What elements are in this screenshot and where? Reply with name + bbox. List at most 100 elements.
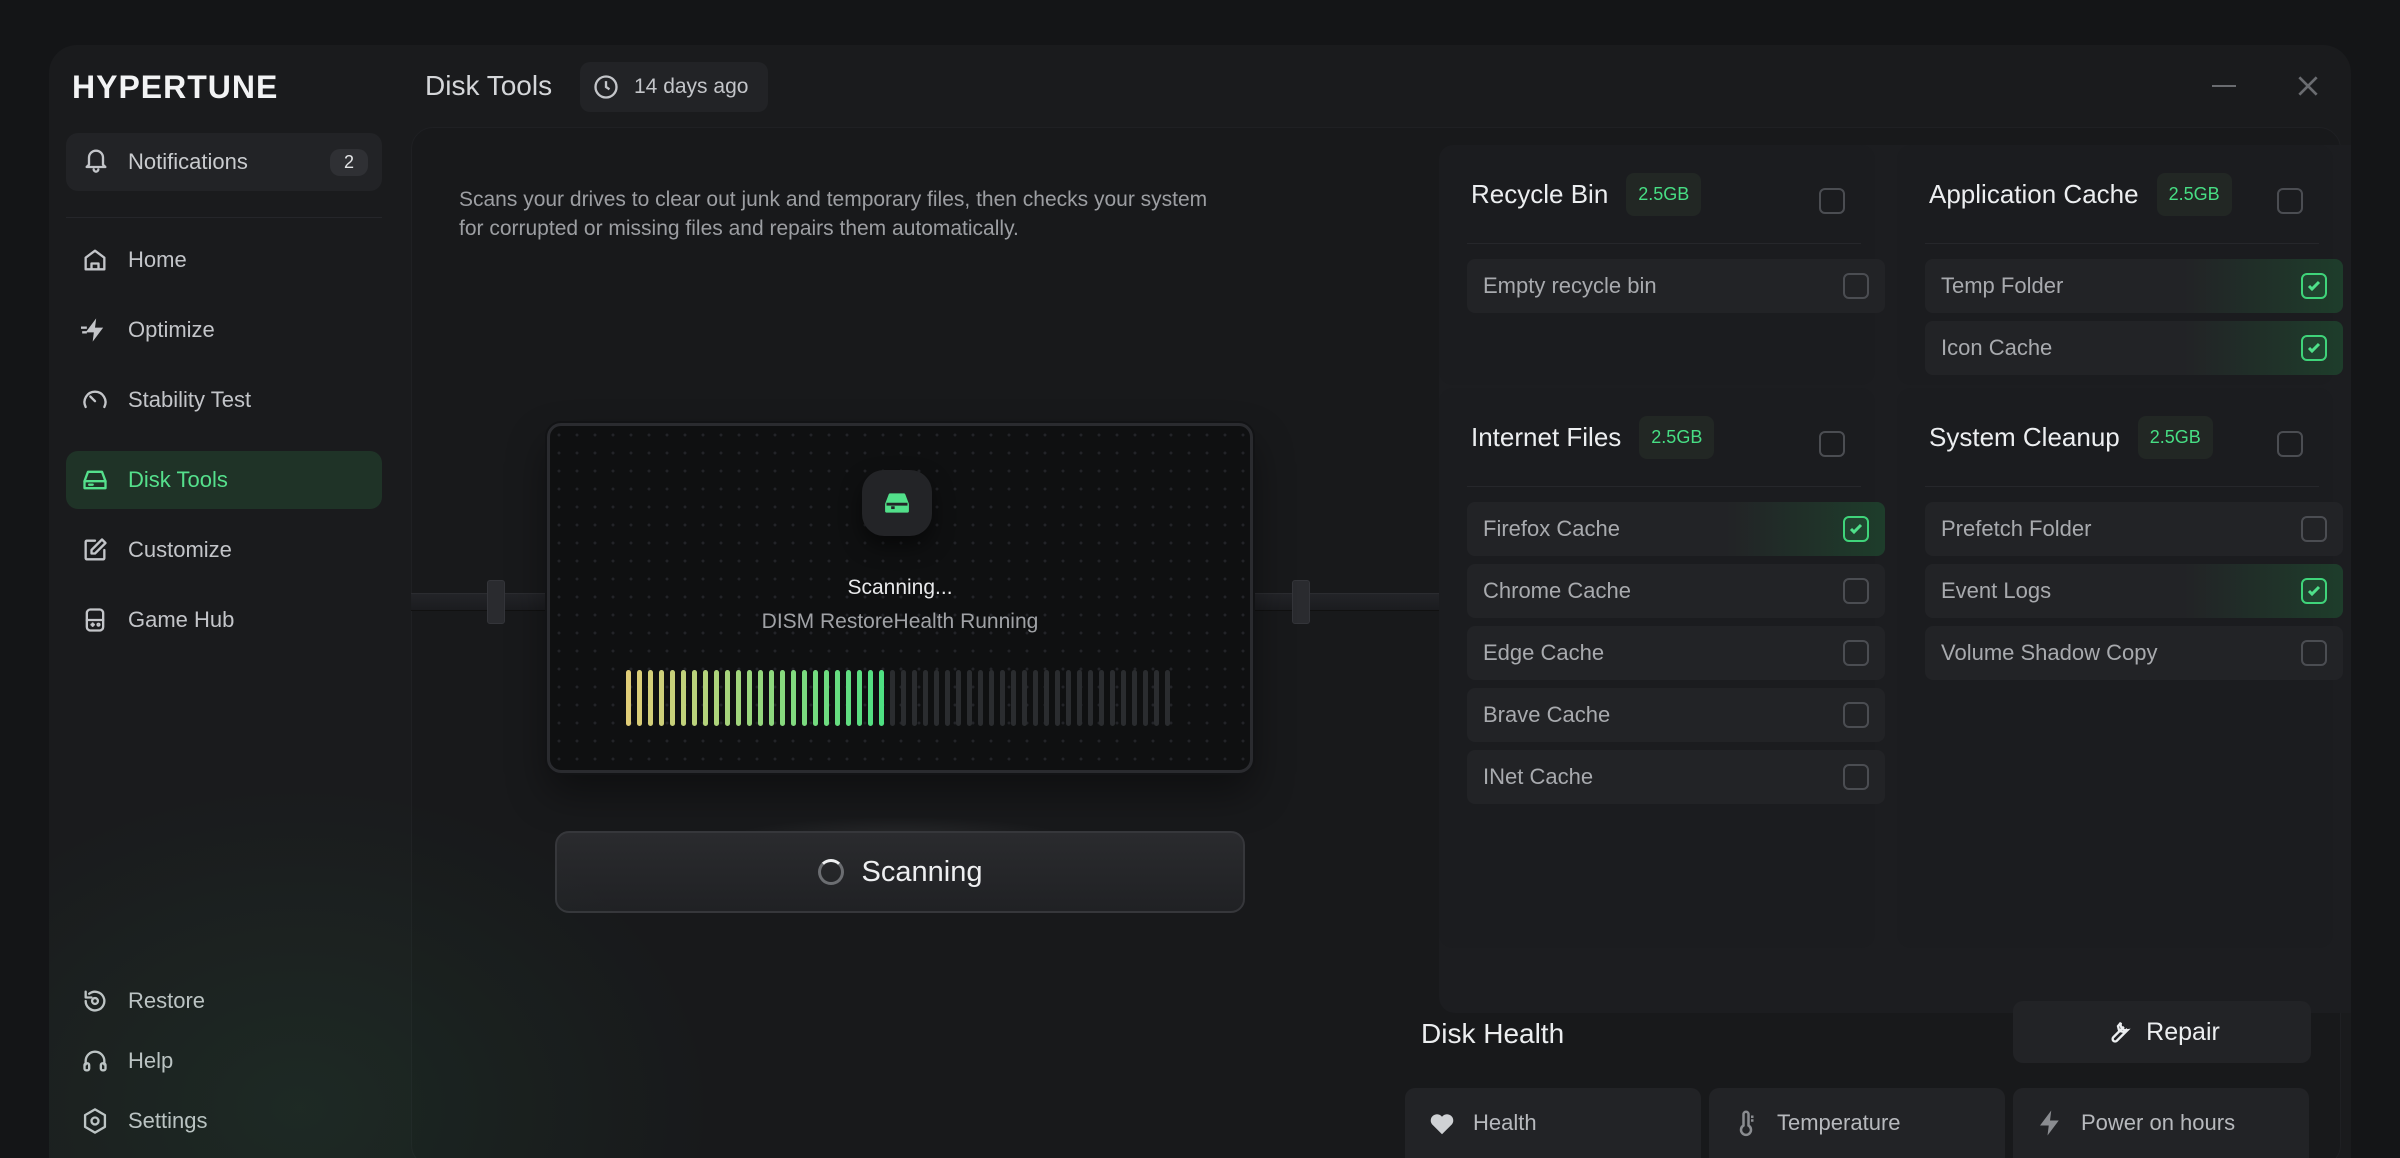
progress-bar-segment	[857, 670, 862, 726]
disk-icon	[885, 493, 909, 513]
group-checkbox[interactable]	[2277, 188, 2303, 214]
option-checkbox[interactable]	[2301, 335, 2327, 361]
progress-bar-segment	[912, 670, 917, 726]
close-button[interactable]	[2295, 73, 2321, 99]
progress-bar-segment	[648, 670, 653, 726]
progress-bar-segment	[879, 670, 884, 726]
group-divider	[1925, 486, 2319, 487]
progress-bar-segment	[868, 670, 873, 726]
repair-button[interactable]: Repair	[2013, 1001, 2311, 1063]
option-checkbox[interactable]	[2301, 516, 2327, 542]
sidebar-item-label: Customize	[128, 537, 232, 562]
progress-bar-segment	[670, 670, 675, 726]
option-brave-cache[interactable]: Brave Cache	[1467, 688, 1885, 742]
progress-bar-segment	[637, 670, 642, 726]
option-checkbox[interactable]	[2301, 273, 2327, 299]
disk-health-title: Disk Health	[1421, 1018, 1565, 1049]
metric-health: Health	[1405, 1088, 1701, 1158]
progress-bar-segment	[890, 670, 895, 726]
progress-bar-segment	[945, 670, 950, 726]
group-title: Application Cache	[1929, 179, 2139, 209]
sidebar-item-settings[interactable]: Settings	[66, 1092, 382, 1150]
option-checkbox[interactable]	[1843, 273, 1869, 299]
sidebar-item-game-hub[interactable]: Game Hub	[66, 591, 382, 649]
thermometer-icon	[1739, 1110, 1754, 1137]
group-application-cache: Application Cache 2.5GB Temp Folder Icon…	[1897, 145, 2343, 385]
progress-bar-segment	[1011, 670, 1016, 726]
option-chrome-cache[interactable]: Chrome Cache	[1467, 564, 1885, 618]
option-temp-folder[interactable]: Temp Folder	[1925, 259, 2343, 313]
option-firefox-cache[interactable]: Firefox Cache	[1467, 502, 1885, 556]
group-divider	[1467, 486, 1861, 487]
tool-description: Scans your drives to clear out junk and …	[459, 188, 1208, 240]
option-event-logs[interactable]: Event Logs	[1925, 564, 2343, 618]
group-divider	[1925, 243, 2319, 244]
sidebar-item-label: Restore	[128, 988, 206, 1013]
progress-bar-segment	[901, 670, 906, 726]
option-icon-cache[interactable]: Icon Cache	[1925, 321, 2343, 375]
option-empty-recycle-bin[interactable]: Empty recycle bin	[1467, 259, 1885, 313]
sidebar-item-customize[interactable]: Customize	[66, 521, 382, 579]
scan-button[interactable]: Scanning	[555, 831, 1245, 913]
progress-bar-segment	[978, 670, 983, 726]
progress-bar-segment	[703, 670, 708, 726]
progress-bar-segment	[934, 670, 939, 726]
group-system-cleanup: System Cleanup 2.5GB Prefetch Folder Eve…	[1897, 388, 2343, 948]
option-inet-cache[interactable]: INet Cache	[1467, 750, 1885, 804]
option-volume-shadow-copy[interactable]: Volume Shadow Copy	[1925, 626, 2343, 680]
disk-icon	[80, 465, 110, 495]
option-prefetch-folder[interactable]: Prefetch Folder	[1925, 502, 2343, 556]
gamepad-icon	[80, 605, 110, 635]
metric-power-on-hours: Power on hours	[2013, 1088, 2309, 1158]
progress-bar-segment	[1077, 670, 1082, 726]
progress-bar-segment	[1066, 670, 1071, 726]
progress-bar-segment	[1044, 670, 1049, 726]
progress-bar-segment	[1099, 670, 1104, 726]
sidebar-item-disk-tools[interactable]: Disk Tools	[66, 451, 382, 509]
clock-icon	[594, 75, 618, 99]
option-checkbox[interactable]	[1843, 578, 1869, 604]
sidebar-item-label: Stability Test	[128, 387, 252, 412]
metric-label: Temperature	[1777, 1110, 1901, 1135]
edit-icon	[80, 535, 110, 565]
progress-bar-segment	[747, 670, 752, 726]
spinner-icon	[817, 859, 844, 885]
disk-badge	[862, 470, 932, 536]
sidebar-item-optimize[interactable]: Optimize	[66, 301, 382, 359]
option-checkbox[interactable]	[1843, 764, 1869, 790]
progress-bar-segment	[1022, 670, 1027, 726]
sidebar-item-restore[interactable]: Restore	[66, 972, 382, 1030]
metric-label: Power on hours	[2081, 1110, 2236, 1135]
option-checkbox[interactable]	[2301, 640, 2327, 666]
sidebar-item-label: Optimize	[128, 317, 215, 342]
last-scan-text: 14 days ago	[634, 75, 749, 98]
option-checkbox[interactable]	[1843, 640, 1869, 666]
headset-icon	[80, 1046, 110, 1076]
scanner-rail-peg	[487, 580, 505, 624]
notifications-label: Notifications	[128, 149, 248, 174]
group-checkbox[interactable]	[1819, 431, 1845, 457]
notifications-count-badge: 2	[329, 148, 368, 176]
progress-bar-segment	[846, 670, 851, 726]
group-checkbox[interactable]	[1819, 188, 1845, 214]
progress-bar-segment	[659, 670, 664, 726]
minimize-button[interactable]	[2212, 85, 2236, 87]
group-checkbox[interactable]	[2277, 431, 2303, 457]
sidebar-item-help[interactable]: Help	[66, 1032, 382, 1090]
option-checkbox[interactable]	[1843, 516, 1869, 542]
progress-bar-segment	[1110, 670, 1115, 726]
option-checkbox[interactable]	[2301, 578, 2327, 604]
notifications-button[interactable]: Notifications 2	[66, 133, 382, 191]
option-edge-cache[interactable]: Edge Cache	[1467, 626, 1885, 680]
option-label: Icon Cache	[1941, 335, 2053, 360]
progress-bar-segment	[780, 670, 785, 726]
sidebar-item-label: Home	[128, 247, 187, 272]
sidebar-item-label: Settings	[128, 1108, 208, 1133]
sidebar-item-home[interactable]: Home	[66, 231, 382, 289]
option-label: Brave Cache	[1483, 702, 1611, 727]
option-checkbox[interactable]	[1843, 702, 1869, 728]
progress-bar-segment	[681, 670, 686, 726]
check-icon	[2307, 585, 2321, 597]
sidebar-item-stability-test[interactable]: Stability Test	[66, 371, 382, 429]
progress-bar-segment	[769, 670, 774, 726]
